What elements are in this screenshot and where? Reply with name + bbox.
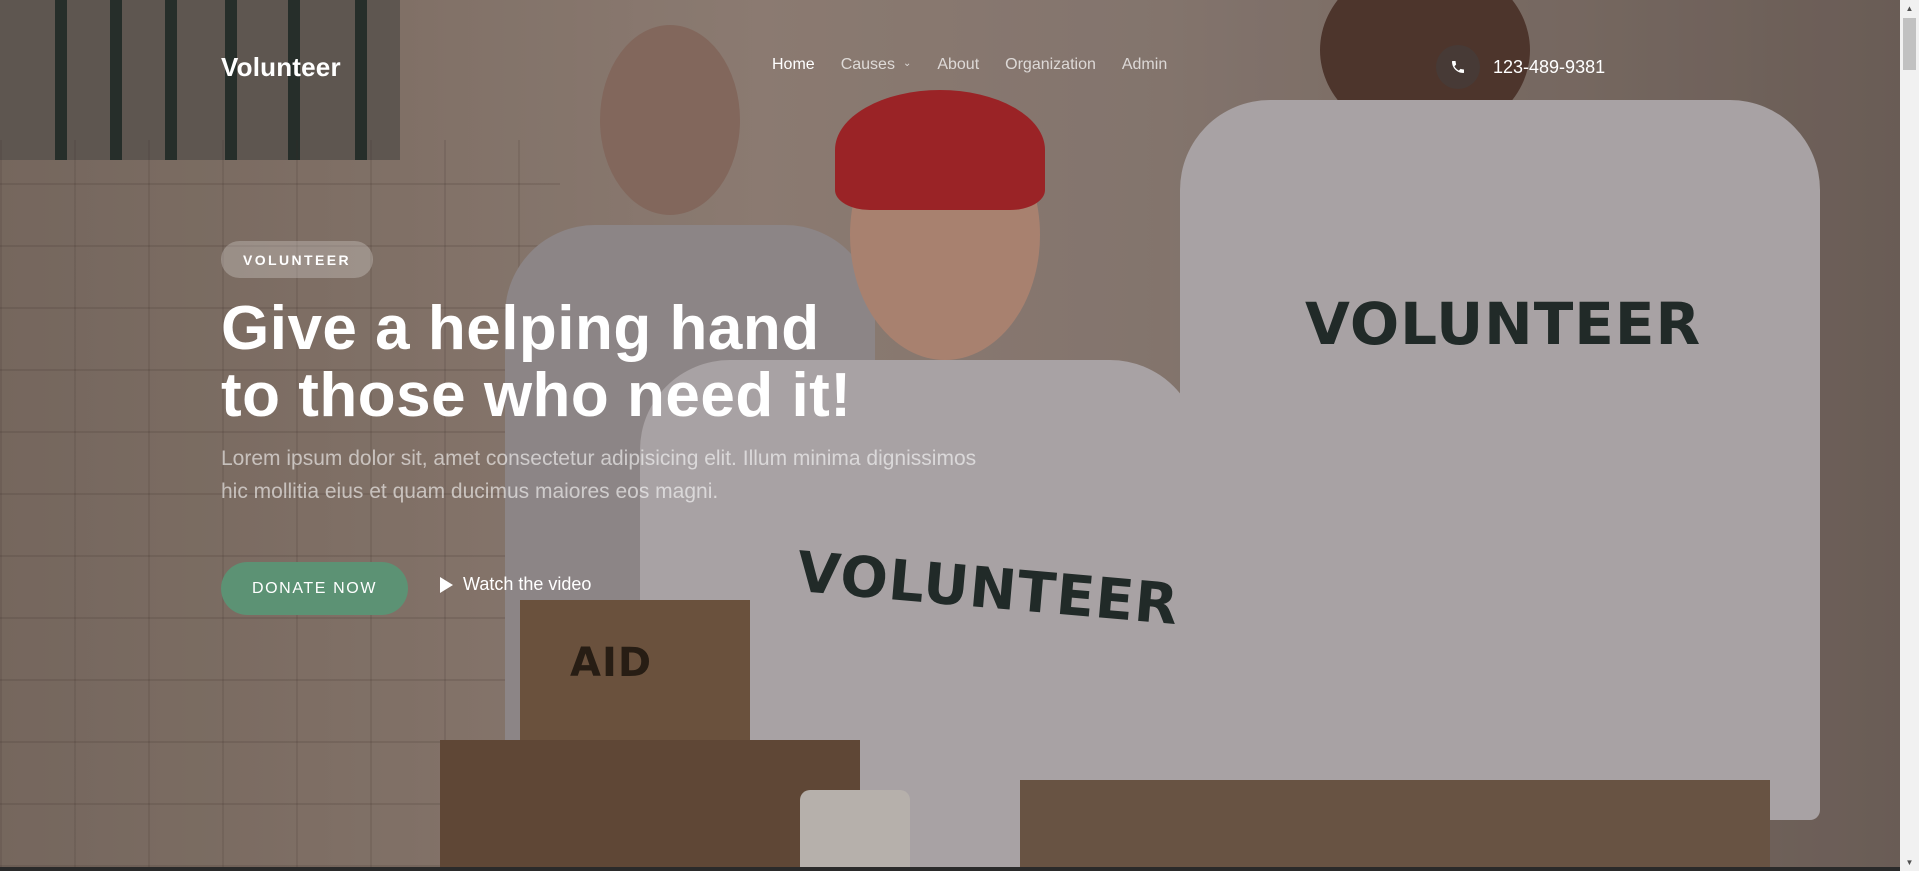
donate-now-button[interactable]: DONATE NOW: [221, 562, 408, 615]
nav-item-home[interactable]: Home: [772, 56, 815, 74]
nav-item-label: Home: [772, 56, 815, 73]
nav-item-label: Organization: [1005, 56, 1096, 73]
site-logo[interactable]: Volunteer: [221, 52, 341, 83]
vertical-scrollbar[interactable]: ▲ ▼: [1900, 0, 1919, 871]
nav-item-about[interactable]: About: [937, 56, 979, 74]
nav-item-label: Admin: [1121, 56, 1168, 73]
chevron-down-icon: ⌄: [902, 58, 912, 69]
scroll-up-arrow-icon[interactable]: ▲: [1900, 0, 1919, 17]
hero-headline: Give a helping hand to those who need it…: [221, 295, 1121, 429]
nav-item-organization[interactable]: Organization: [1005, 56, 1096, 74]
page: VOLUNTEER VOLUNTEER AID Volunteer Home C…: [0, 0, 1919, 871]
hero-headline-line-1: Give a helping hand: [221, 294, 820, 363]
scrollbar-thumb[interactable]: [1903, 18, 1916, 70]
phone-contact[interactable]: 123-489-9381: [1436, 45, 1605, 89]
main-nav: Home Causes ⌄ About Organization Admin: [772, 56, 1193, 74]
scroll-down-arrow-icon[interactable]: ▼: [1900, 854, 1919, 871]
phone-number[interactable]: 123-489-9381: [1493, 57, 1605, 78]
watch-video-link[interactable]: Watch the video: [440, 574, 591, 595]
watch-video-label: Watch the video: [463, 574, 592, 594]
page-bottom-edge: [0, 867, 1900, 871]
nav-item-causes[interactable]: Causes ⌄: [841, 56, 912, 74]
hero-subtext: Lorem ipsum dolor sit, amet consectetur …: [221, 447, 977, 503]
hero-headline-line-2: to those who need it!: [221, 361, 852, 430]
nav-item-label: About: [937, 56, 980, 73]
nav-item-label: Causes: [840, 56, 895, 73]
play-icon: [440, 576, 453, 593]
site-header: Volunteer Home Causes ⌄ About Organizati…: [0, 0, 1900, 134]
nav-item-admin[interactable]: Admin: [1122, 56, 1167, 74]
hero-badge: VOLUNTEER: [221, 241, 373, 278]
phone-icon: [1436, 45, 1480, 89]
